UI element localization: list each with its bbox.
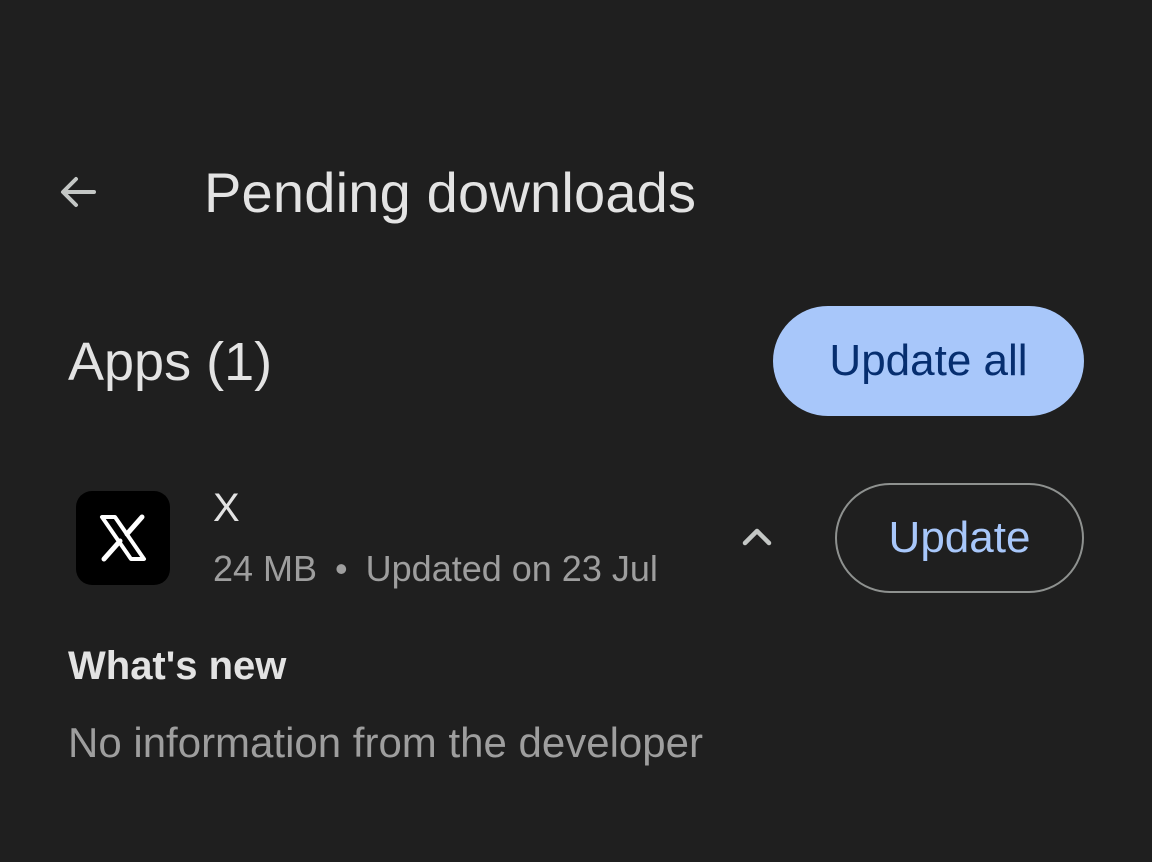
back-button[interactable] [50,166,106,222]
app-meta: 24 MB • Updated on 23 Jul [213,547,658,591]
update-all-button[interactable]: Update all [773,306,1084,416]
collapse-details-button[interactable] [730,512,784,566]
page-title: Pending downloads [204,161,697,224]
update-button[interactable]: Update [835,483,1084,593]
app-size: 24 MB [213,548,318,589]
whats-new-heading: What's new [68,644,287,688]
app-name: X [213,486,240,530]
chevron-up-icon [737,517,777,562]
arrow-back-icon [54,168,102,221]
whats-new-body: No information from the developer [68,719,703,766]
meta-separator: • [335,548,348,589]
app-updated-date: Updated on 23 Jul [365,548,658,589]
x-logo-icon[interactable] [76,491,170,585]
pending-downloads-screen: Pending downloads Apps (1) Update all X … [0,0,1152,862]
section-title: Apps (1) [68,332,273,392]
